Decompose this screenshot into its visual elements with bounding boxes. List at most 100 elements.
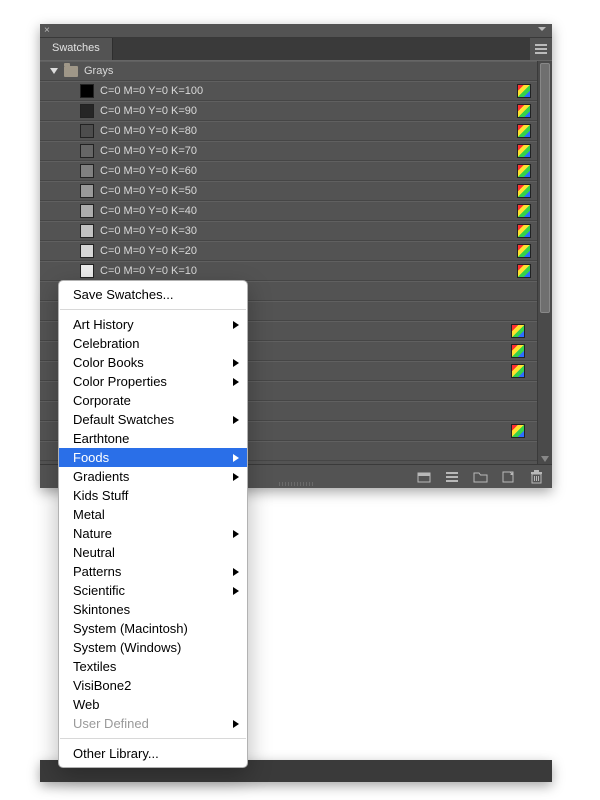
swatch-chip [80,264,94,278]
menu-item-foods[interactable]: Foods [59,448,247,467]
menu-item-label: Textiles [73,659,116,674]
menu-item-patterns[interactable]: Patterns [59,562,247,581]
swatch-row[interactable]: C=0 M=0 Y=0 K=70 [40,141,537,161]
color-mode-icon [511,324,525,338]
new-swatch-icon[interactable] [500,469,516,485]
menu-item-label: Other Library... [73,746,159,761]
menu-item-label: Celebration [73,336,140,351]
menu-item-label: Kids Stuff [73,488,128,503]
menu-item-label: Gradients [73,469,129,484]
color-mode-icon [517,144,531,158]
swatch-label: C=0 M=0 Y=0 K=50 [100,185,511,197]
menu-item-system-windows[interactable]: System (Windows) [59,638,247,657]
menu-item-system-macintosh[interactable]: System (Macintosh) [59,619,247,638]
menu-item-label: Earthtone [73,431,129,446]
swatch-row[interactable]: C=0 M=0 Y=0 K=20 [40,241,537,261]
menu-item-other-library[interactable]: Other Library... [59,744,247,763]
swatch-chip [80,104,94,118]
swatch-chip [80,204,94,218]
submenu-arrow-icon [233,359,239,367]
swatch-chip [80,144,94,158]
menu-item-user-defined: User Defined [59,714,247,733]
swatch-row[interactable]: C=0 M=0 Y=0 K=50 [40,181,537,201]
submenu-arrow-icon [233,568,239,576]
menu-item-label: Nature [73,526,112,541]
swatch-row[interactable]: C=0 M=0 Y=0 K=60 [40,161,537,181]
swatch-group-row[interactable]: Grays [40,61,537,81]
submenu-arrow-icon [233,321,239,329]
collapse-icon[interactable] [538,27,548,33]
tab-swatches[interactable]: Swatches [40,38,113,60]
swatch-label: C=0 M=0 Y=0 K=40 [100,205,511,217]
menu-item-kids-stuff[interactable]: Kids Stuff [59,486,247,505]
menu-item-label: Color Books [73,355,144,370]
menu-item-default-swatches[interactable]: Default Swatches [59,410,247,429]
swatch-row[interactable]: C=0 M=0 Y=0 K=30 [40,221,537,241]
swatch-row[interactable]: C=0 M=0 Y=0 K=80 [40,121,537,141]
color-mode-icon [511,364,525,378]
panel-tabbar: Swatches [40,38,552,60]
menu-item-color-properties[interactable]: Color Properties [59,372,247,391]
swatch-label: C=0 M=0 Y=0 K=80 [100,125,511,137]
submenu-arrow-icon [233,378,239,386]
menu-item-art-history[interactable]: Art History [59,315,247,334]
menu-item-scientific[interactable]: Scientific [59,581,247,600]
swatch-chip [80,224,94,238]
scroll-down-arrow-icon[interactable] [541,456,549,462]
menu-item-visibone2[interactable]: VisiBone2 [59,676,247,695]
menu-item-color-books[interactable]: Color Books [59,353,247,372]
color-mode-icon [517,104,531,118]
swatch-library-menu: Save Swatches... Art History Celebration C… [58,280,248,768]
swatch-label: C=0 M=0 Y=0 K=60 [100,165,511,177]
swatch-chip [80,164,94,178]
menu-item-celebration[interactable]: Celebration [59,334,247,353]
scroll-thumb[interactable] [540,63,550,313]
color-mode-icon [517,164,531,178]
swatch-libraries-icon[interactable] [416,469,432,485]
menu-item-skintones[interactable]: Skintones [59,600,247,619]
menu-item-earthtone[interactable]: Earthtone [59,429,247,448]
panel-titlebar[interactable]: × [40,24,552,38]
color-mode-icon [511,424,525,438]
submenu-arrow-icon [233,454,239,462]
menu-item-nature[interactable]: Nature [59,524,247,543]
panel-menu-button[interactable] [530,38,552,60]
menu-item-label: Metal [73,507,105,522]
menu-item-label: User Defined [73,716,149,731]
menu-item-label: Scientific [73,583,125,598]
menu-item-label: Color Properties [73,374,167,389]
menu-item-gradients[interactable]: Gradients [59,467,247,486]
swatch-chip [80,124,94,138]
show-kinds-menu-icon[interactable] [444,469,460,485]
new-color-group-icon[interactable] [472,469,488,485]
menu-item-textiles[interactable]: Textiles [59,657,247,676]
color-mode-icon [517,84,531,98]
menu-item-label: Web [73,697,100,712]
delete-swatch-icon[interactable] [528,469,544,485]
menu-item-label: Patterns [73,564,121,579]
menu-separator [60,309,246,310]
menu-item-neutral[interactable]: Neutral [59,543,247,562]
swatch-row[interactable]: C=0 M=0 Y=0 K=10 [40,261,537,281]
menu-item-web[interactable]: Web [59,695,247,714]
color-mode-icon [517,264,531,278]
resize-grip-icon[interactable] [279,482,313,486]
menu-item-label: Neutral [73,545,115,560]
swatch-group-label: Grays [84,65,113,77]
submenu-arrow-icon [233,587,239,595]
swatch-row[interactable]: C=0 M=0 Y=0 K=100 [40,81,537,101]
swatch-row[interactable]: C=0 M=0 Y=0 K=40 [40,201,537,221]
color-mode-icon [511,344,525,358]
submenu-arrow-icon [233,473,239,481]
swatch-label: C=0 M=0 Y=0 K=30 [100,225,511,237]
menu-item-corporate[interactable]: Corporate [59,391,247,410]
color-mode-icon [517,224,531,238]
close-icon[interactable]: × [44,25,50,37]
menu-item-metal[interactable]: Metal [59,505,247,524]
menu-item-label: Skintones [73,602,130,617]
menu-item-label: Save Swatches... [73,287,173,302]
swatch-row[interactable]: C=0 M=0 Y=0 K=90 [40,101,537,121]
disclosure-triangle-icon[interactable] [50,68,58,74]
vertical-scrollbar[interactable] [537,61,552,464]
menu-item-save-swatches[interactable]: Save Swatches... [59,285,247,304]
